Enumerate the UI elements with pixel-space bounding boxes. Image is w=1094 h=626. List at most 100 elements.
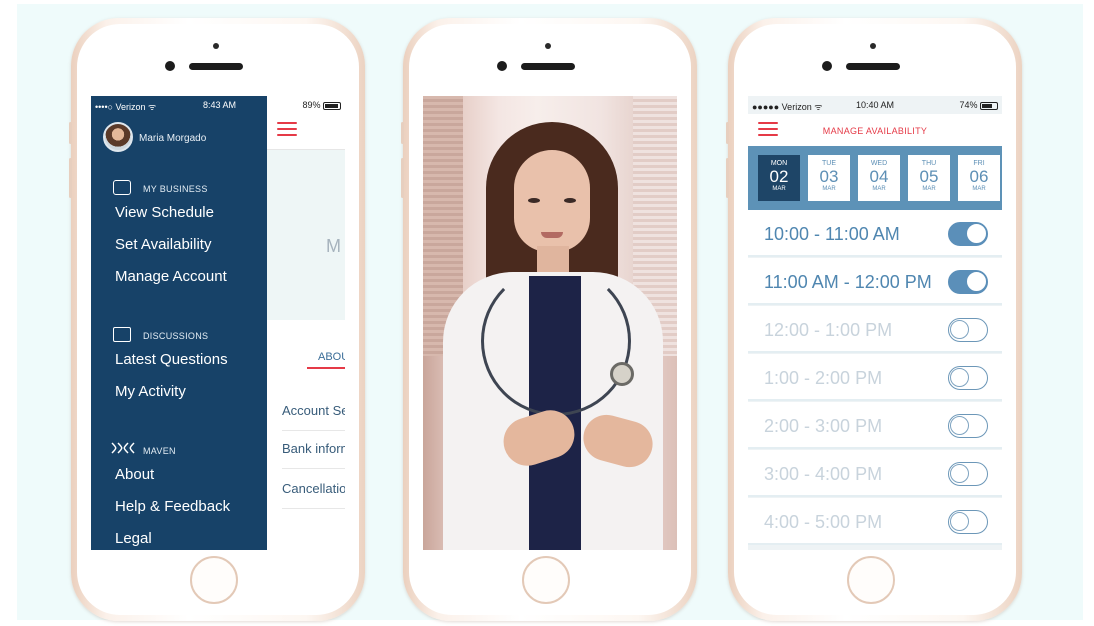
day-fri[interactable]: FRI 06 MAR [958, 155, 1000, 201]
availability-toggle[interactable] [948, 222, 988, 246]
wallet-icon [113, 180, 131, 195]
background-row-bank[interactable]: Bank inform [282, 441, 345, 469]
time-slot-row: 3:00 - 4:00 PM [748, 450, 1002, 497]
menu-item-set-availability[interactable]: Set Availability [115, 236, 211, 253]
proximity-sensor [165, 61, 175, 71]
user-name: Maria Morgado [139, 133, 207, 144]
day-wed[interactable]: WED 04 MAR [858, 155, 900, 201]
hamburger-menu-icon[interactable] [277, 122, 297, 140]
eye [564, 198, 576, 203]
day-date: 06 [969, 167, 989, 186]
availability-toggle[interactable] [948, 462, 988, 486]
home-button[interactable] [522, 556, 570, 604]
day-name: THU [921, 160, 937, 167]
mute-switch [401, 122, 404, 144]
day-name: MON [770, 160, 788, 167]
menu-item-view-schedule[interactable]: View Schedule [115, 204, 214, 221]
front-camera [870, 43, 876, 49]
front-camera [545, 43, 551, 49]
battery-percent: 89% [302, 100, 321, 110]
section-title-my-business: MY BUSINESS [143, 184, 208, 194]
home-button[interactable] [847, 556, 895, 604]
volume-up-button [726, 158, 729, 198]
battery-percent: 74% [959, 100, 978, 110]
day-name: FRI [973, 160, 985, 167]
navigation-drawer: Maria Morgado MY BUSINESS View Schedule … [91, 96, 267, 550]
day-name: TUE [822, 160, 836, 167]
day-tue[interactable]: TUE 03 MAR [808, 155, 850, 201]
time-slot-row: 4:00 - 5:00 PM [748, 498, 1002, 545]
background-row-cancellation[interactable]: Cancellatio [282, 481, 345, 509]
day-date: 04 [869, 167, 889, 186]
stethoscope-icon [481, 266, 631, 416]
tab-underline [307, 367, 345, 369]
battery-icon [980, 101, 998, 110]
time-slot-row: 2:00 - 3:00 PM [748, 402, 1002, 449]
menu-item-help-feedback[interactable]: Help & Feedback [115, 498, 230, 515]
proximity-sensor [497, 61, 507, 71]
time-slot-row: 12:00 - 1:00 PM [748, 306, 1002, 353]
day-month: MAR [972, 186, 986, 192]
availability-toggle[interactable] [948, 270, 988, 294]
availability-toggle[interactable] [948, 318, 988, 342]
day-date: 05 [919, 167, 939, 186]
proximity-sensor [822, 61, 832, 71]
background-row-account[interactable]: Account Se [282, 403, 345, 431]
showcase-backdrop: M ABOU Account Se Bank inform Cancellati… [17, 4, 1083, 621]
time-slot-row: 10:00 - 11:00 AM [748, 210, 1002, 257]
time-slot-label: 2:00 - 3:00 PM [764, 416, 883, 436]
front-camera [213, 43, 219, 49]
time-slot-row: 1:00 - 2:00 PM [748, 354, 1002, 401]
screen: ●●●●● Verizon ᯤ 10:40 AM 74% MANAGE AVAI… [748, 96, 1002, 550]
day-month: MAR [922, 186, 936, 192]
carrier-signal: ••••○ Verizon ᯤ [95, 102, 157, 112]
earpiece-speaker [521, 63, 575, 70]
day-date: 02 [769, 167, 789, 186]
mute-switch [726, 122, 729, 144]
status-bar: ••••○ Verizon ᯤ 8:43 AM 89% [91, 96, 345, 116]
phone-video [401, 18, 697, 621]
day-date: 03 [819, 167, 839, 186]
phone-navigation-drawer: M ABOU Account Se Bank inform Cancellati… [69, 18, 365, 621]
page-title: MANAGE AVAILABILITY [822, 126, 928, 136]
chat-icon [113, 327, 131, 342]
battery-status: 89% [302, 100, 341, 110]
mouth [541, 232, 563, 238]
menu-item-legal[interactable]: Legal [115, 530, 152, 547]
status-time: 10:40 AM [856, 100, 895, 110]
background-hero-text: M [326, 236, 341, 256]
day-month: MAR [822, 186, 836, 192]
home-button[interactable] [190, 556, 238, 604]
phone-manage-availability: ●●●●● Verizon ᯤ 10:40 AM 74% MANAGE AVAI… [726, 18, 1022, 621]
maven-logo-icon [111, 442, 135, 454]
day-mon[interactable]: MON 02 MAR [758, 155, 800, 201]
mute-switch [69, 122, 72, 144]
availability-toggle[interactable] [948, 414, 988, 438]
day-thu[interactable]: THU 05 MAR [908, 155, 950, 201]
section-title-discussions: DISCUSSIONS [143, 331, 209, 341]
battery-status: 74% [959, 100, 998, 110]
time-slot-label: 12:00 - 1:00 PM [764, 320, 893, 340]
day-selector: MON 02 MAR TUE 03 MAR WED 04 MAR THU 05 [748, 146, 1002, 210]
time-slot-row: 11:00 AM - 12:00 PM [748, 258, 1002, 305]
time-slot-label: 1:00 - 2:00 PM [764, 368, 883, 388]
avatar[interactable] [103, 122, 133, 152]
carrier-signal: ●●●●● Verizon ᯤ [752, 102, 823, 112]
menu-item-about[interactable]: About [115, 466, 154, 483]
section-title-maven: MAVEN [143, 446, 176, 456]
availability-toggle[interactable] [948, 510, 988, 534]
menu-item-my-activity[interactable]: My Activity [115, 383, 186, 400]
background-tab-about[interactable]: ABOU [318, 351, 345, 363]
availability-toggle[interactable] [948, 366, 988, 390]
time-slot-label: 10:00 - 11:00 AM [764, 224, 900, 244]
menu-item-latest-questions[interactable]: Latest Questions [115, 351, 228, 368]
earpiece-speaker [189, 63, 243, 70]
screen: M ABOU Account Se Bank inform Cancellati… [91, 96, 345, 550]
status-bar: ●●●●● Verizon ᯤ 10:40 AM 74% [748, 96, 1002, 114]
battery-icon [323, 101, 341, 110]
video-screen[interactable] [423, 96, 677, 550]
day-name: WED [870, 160, 888, 167]
time-slot-label: 4:00 - 5:00 PM [764, 512, 883, 532]
menu-item-manage-account[interactable]: Manage Account [115, 268, 227, 285]
day-month: MAR [772, 186, 786, 192]
